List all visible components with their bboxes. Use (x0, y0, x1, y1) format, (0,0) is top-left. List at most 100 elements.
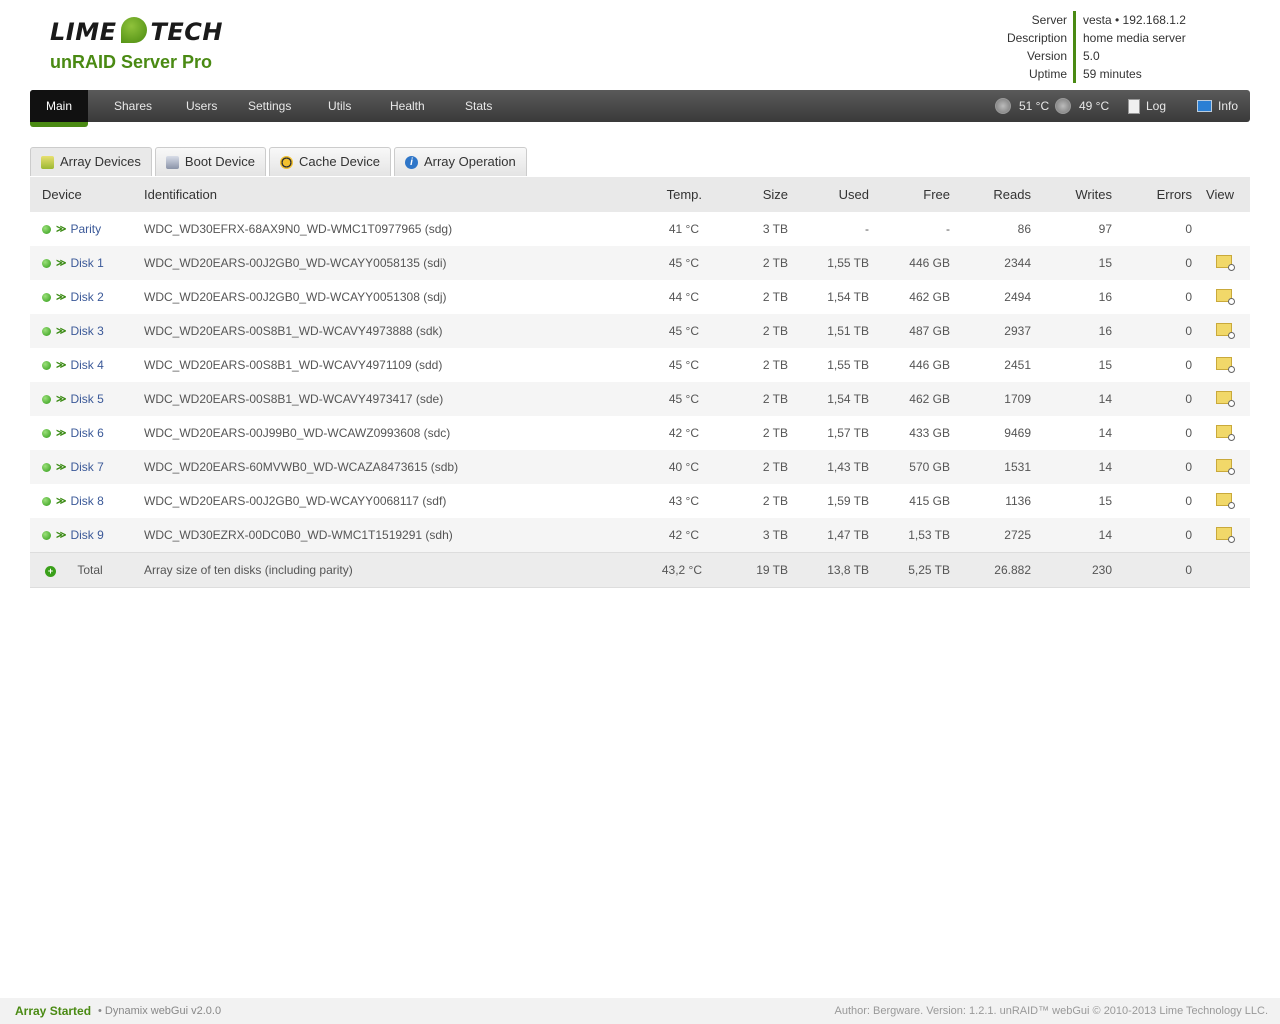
nav-main[interactable]: Main (30, 90, 89, 127)
nav-utils[interactable]: Utils (312, 90, 367, 122)
spin-down-chevron-icon[interactable]: ≫ (56, 394, 66, 405)
device-link[interactable]: Disk 6 (70, 426, 103, 440)
nav-users[interactable]: Users (170, 90, 233, 122)
device-view-cell (1193, 450, 1250, 484)
status-dot-icon (42, 259, 51, 269)
device-free: 446 GB (909, 358, 950, 372)
spin-down-chevron-icon[interactable]: ≫ (56, 530, 66, 541)
device-link[interactable]: Disk 4 (70, 358, 103, 372)
nav-settings[interactable]: Settings (232, 90, 307, 122)
info-circle-icon: i (404, 155, 418, 169)
tab-cache-device[interactable]: Cache Device (269, 147, 391, 176)
browse-folder-icon[interactable] (1216, 323, 1235, 339)
device-temp: 42 °C (668, 426, 699, 440)
device-link[interactable]: Disk 8 (70, 494, 103, 508)
info-button[interactable]: Info (1197, 90, 1238, 122)
device-free: 433 GB (909, 426, 950, 440)
browse-folder-icon[interactable] (1216, 255, 1235, 271)
col-size: Size (703, 177, 789, 212)
webgui-version: • Dynamix webGui v2.0.0 (98, 1005, 222, 1017)
device-cell: ≫ Disk 5 (30, 382, 143, 416)
device-reads: 2451 (1004, 358, 1031, 372)
device-view-cell (1193, 518, 1250, 553)
uptime-value: 59 minutes (1073, 65, 1223, 83)
device-view-cell (1193, 348, 1250, 382)
device-temp: 44 °C (668, 290, 699, 304)
spin-down-chevron-icon[interactable]: ≫ (56, 292, 66, 303)
col-free: Free (870, 177, 951, 212)
total-used: 13,8 TB (789, 552, 870, 588)
spin-down-chevron-icon[interactable]: ≫ (56, 360, 66, 371)
log-button[interactable]: Log (1128, 90, 1166, 122)
device-reads: 9469 (1004, 426, 1031, 440)
browse-folder-icon[interactable] (1216, 391, 1235, 407)
col-view: View (1193, 177, 1250, 212)
spin-down-chevron-icon[interactable]: ≫ (56, 496, 66, 507)
device-link[interactable]: Disk 7 (70, 460, 103, 474)
device-used: 1,59 TB (827, 494, 869, 508)
status-dot-icon (42, 361, 51, 371)
device-used: 1,54 TB (789, 382, 870, 416)
col-device: Device (30, 177, 143, 212)
device-link[interactable]: Disk 1 (70, 256, 103, 270)
col-used: Used (789, 177, 870, 212)
device-writes: 14 (1032, 518, 1113, 553)
device-writes: 14 (1098, 426, 1112, 440)
table-row: ≫ Parity WDC_WD30EFRX-68AX9N0_WD-WMC1T0977… (30, 212, 1250, 246)
device-used: 1,51 TB (789, 314, 870, 348)
device-size: 3 TB (703, 518, 789, 553)
status-dot-icon (42, 395, 51, 405)
device-free: 570 GB (870, 450, 951, 484)
device-writes: 15 (1098, 494, 1112, 508)
device-link[interactable]: Disk 3 (70, 324, 103, 338)
device-identification: WDC_WD20EARS-00J99B0_WD-WCAWZ0993608 (sd… (144, 426, 451, 440)
device-size: 2 TB (762, 494, 788, 508)
device-used: 1,47 TB (789, 518, 870, 553)
device-used: 1,57 TB (827, 426, 869, 440)
browse-folder-icon[interactable] (1216, 425, 1235, 441)
table-row: ≫ Disk 1 WDC_WD20EARS-00J2GB0_WD-WCAYY0058… (30, 246, 1250, 280)
spin-down-chevron-icon[interactable]: ≫ (56, 258, 66, 269)
array-devices-table: Device Identification Temp. Size Used Fr… (30, 177, 1250, 588)
browse-folder-icon[interactable] (1216, 357, 1235, 373)
browse-folder-icon[interactable] (1216, 493, 1235, 509)
device-errors: 0 (1113, 518, 1193, 553)
device-link[interactable]: Disk 5 (70, 392, 103, 406)
spin-down-chevron-icon[interactable]: ≫ (56, 462, 66, 473)
device-errors: 0 (1185, 222, 1192, 236)
browse-folder-icon[interactable] (1216, 459, 1235, 475)
browse-folder-icon[interactable] (1216, 289, 1235, 305)
device-link[interactable]: Disk 2 (70, 290, 103, 304)
spin-down-chevron-icon[interactable]: ≫ (56, 326, 66, 337)
tab-boot-device[interactable]: Boot Device (154, 147, 267, 176)
table-header-row: Device Identification Temp. Size Used Fr… (30, 177, 1250, 212)
col-identification: Identification (143, 177, 625, 212)
thermometer-gauge-icon (995, 98, 1011, 114)
col-reads: Reads (951, 177, 1032, 212)
device-link[interactable]: Disk 9 (70, 528, 103, 542)
status-dot-icon (42, 293, 51, 303)
browse-folder-icon[interactable] (1216, 527, 1235, 543)
device-identification: WDC_WD20EARS-00S8B1_WD-WCAVY4973888 (sdk… (143, 314, 625, 348)
spin-down-chevron-icon[interactable]: ≫ (56, 224, 66, 235)
total-size: 19 TB (703, 552, 789, 588)
status-dot-icon (42, 497, 51, 507)
device-writes: 15 (1098, 358, 1112, 372)
nav-health[interactable]: Health (374, 90, 441, 122)
table-row: ≫ Disk 7 WDC_WD20EARS-60MVWB0_WD-WCAZA8473… (30, 450, 1250, 484)
nav-shares[interactable]: Shares (98, 90, 168, 122)
device-errors: 0 (1185, 358, 1192, 372)
table-row: ≫ Disk 5 WDC_WD20EARS-00S8B1_WD-WCAVY49734… (30, 382, 1250, 416)
spin-down-chevron-icon[interactable]: ≫ (56, 428, 66, 439)
device-writes: 16 (1032, 314, 1113, 348)
total-errors: 0 (1113, 552, 1193, 588)
nav-stats[interactable]: Stats (449, 90, 508, 122)
footer: Array Started • Dynamix webGui v2.0.0 Au… (0, 998, 1280, 1024)
device-temp: 45 °C (668, 358, 699, 372)
tab-array-devices[interactable]: Array Devices (30, 147, 152, 176)
device-cell: ≫ Disk 7 (30, 450, 143, 484)
device-link[interactable]: Parity (70, 222, 101, 236)
device-size: 2 TB (762, 290, 788, 304)
table-row: ≫ Disk 8 WDC_WD20EARS-00J2GB0_WD-WCAYY0068… (30, 484, 1250, 518)
tab-array-operation[interactable]: i Array Operation (393, 147, 527, 176)
